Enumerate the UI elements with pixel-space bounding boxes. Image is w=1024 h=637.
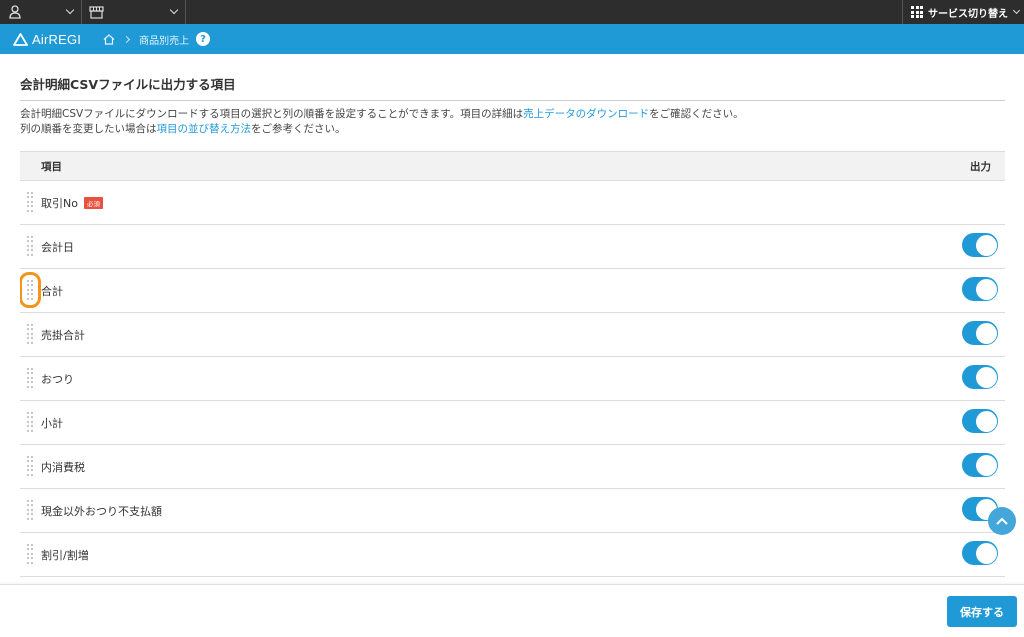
main-content: 会計明細CSVファイルに出力する項目 会計明細CSVファイルにダウンロードする項… <box>20 54 1005 584</box>
item-label: 小計 <box>41 416 63 430</box>
item-label: 現金以外おつり不支払額 <box>41 504 162 518</box>
service-switch-label: サービス切り替え <box>928 8 1008 20</box>
table-row: 合計 <box>20 269 1005 313</box>
chevron-up-icon <box>996 517 1008 525</box>
toggle-knob <box>975 234 997 256</box>
store-menu[interactable] <box>82 0 186 24</box>
item-label: 会計日 <box>41 240 74 254</box>
item-label: 内消費税 <box>41 460 85 474</box>
section-title: 会計明細CSVファイルに出力する項目 <box>20 74 1005 101</box>
output-toggle[interactable] <box>962 233 998 257</box>
logo-triangle-icon <box>13 32 28 46</box>
drag-handle-icon[interactable] <box>27 412 33 432</box>
account-menu[interactable] <box>0 0 82 24</box>
csv-items-table: 項目 出力 取引No 必須 会計日 合計 売掛合計 おつり 小計 内消費税 現金… <box>20 151 1005 584</box>
chevron-down-icon <box>169 5 179 15</box>
output-toggle[interactable] <box>962 409 998 433</box>
toggle-knob <box>975 322 997 344</box>
breadcrumb-home[interactable] <box>103 33 115 45</box>
sales-download-link[interactable]: 売上データのダウンロード <box>523 108 649 120</box>
item-label: 売掛合計 <box>41 328 85 342</box>
sort-method-link[interactable]: 項目の並び替え方法 <box>157 123 252 135</box>
user-icon <box>9 5 21 19</box>
toggle-knob <box>975 454 997 476</box>
column-header-item: 項目 <box>41 160 62 173</box>
desc-text: 列の順番を変更したい場合は <box>20 123 157 135</box>
drag-handle-icon[interactable] <box>27 456 33 476</box>
output-toggle[interactable] <box>962 453 998 477</box>
table-row: 取引No 必須 <box>20 181 1005 225</box>
required-badge: 必須 <box>83 196 103 209</box>
table-row: 小計 <box>20 401 1005 445</box>
drag-handle-icon[interactable] <box>27 324 33 344</box>
table-row: 割引/割増 <box>20 533 1005 577</box>
top-bar: サービス切り替え <box>0 0 1024 24</box>
drag-handle-icon[interactable] <box>27 544 33 564</box>
table-row: 内消費税 <box>20 445 1005 489</box>
brand-name: AirREGI <box>32 31 82 47</box>
desc-text: 会計明細CSVファイルにダウンロードする項目の選択と列の順番を設定することができ… <box>20 108 524 120</box>
service-switch-button[interactable]: サービス切り替え <box>902 0 1024 24</box>
footer-bar: 保存する <box>0 584 1024 637</box>
airregi-logo[interactable]: AirREGI <box>13 32 81 47</box>
desc-text: をご参考ください。 <box>251 123 346 135</box>
home-icon <box>103 33 115 45</box>
output-toggle[interactable] <box>962 321 998 345</box>
table-header: 項目 出力 <box>20 151 1005 181</box>
table-row: おつり <box>20 357 1005 401</box>
output-toggle[interactable] <box>962 365 998 389</box>
table-row: 現金以外おつり不支払額 <box>20 489 1005 533</box>
apps-grid-icon <box>911 6 923 18</box>
drag-handle-icon[interactable] <box>27 192 33 212</box>
item-label: おつり <box>41 372 74 386</box>
store-icon <box>89 5 104 19</box>
item-label: 合計 <box>41 284 63 298</box>
scroll-to-top-button[interactable] <box>988 507 1016 535</box>
toggle-knob <box>975 278 997 300</box>
table-row: 会計日 <box>20 225 1005 269</box>
toggle-knob <box>975 366 997 388</box>
item-label: 取引No <box>41 196 78 210</box>
chevron-down-icon <box>1012 6 1021 15</box>
drag-handle-icon[interactable] <box>27 236 33 256</box>
drag-handle-icon[interactable] <box>27 500 33 520</box>
toggle-knob <box>975 542 997 564</box>
column-header-output: 出力 <box>970 160 991 173</box>
output-toggle[interactable] <box>962 541 998 565</box>
drag-handle-icon[interactable] <box>20 272 41 308</box>
chevron-down-icon <box>65 5 75 15</box>
app-header: AirREGI 商品別売上 ? <box>0 24 1024 54</box>
item-label: 割引/割増 <box>41 548 89 562</box>
table-row: 売掛合計 <box>20 313 1005 357</box>
breadcrumb-current: 商品別売上 <box>139 35 190 47</box>
section-description: 会計明細CSVファイルにダウンロードする項目の選択と列の順番を設定することができ… <box>20 107 1005 137</box>
help-icon[interactable]: ? <box>196 32 211 46</box>
breadcrumb-separator-icon <box>123 35 131 43</box>
desc-text: をご確認ください。 <box>649 108 744 120</box>
output-toggle[interactable] <box>962 277 998 301</box>
drag-handle-icon[interactable] <box>27 368 33 388</box>
toggle-knob <box>975 410 997 432</box>
table-row <box>20 577 1005 584</box>
save-button[interactable]: 保存する <box>947 596 1017 627</box>
